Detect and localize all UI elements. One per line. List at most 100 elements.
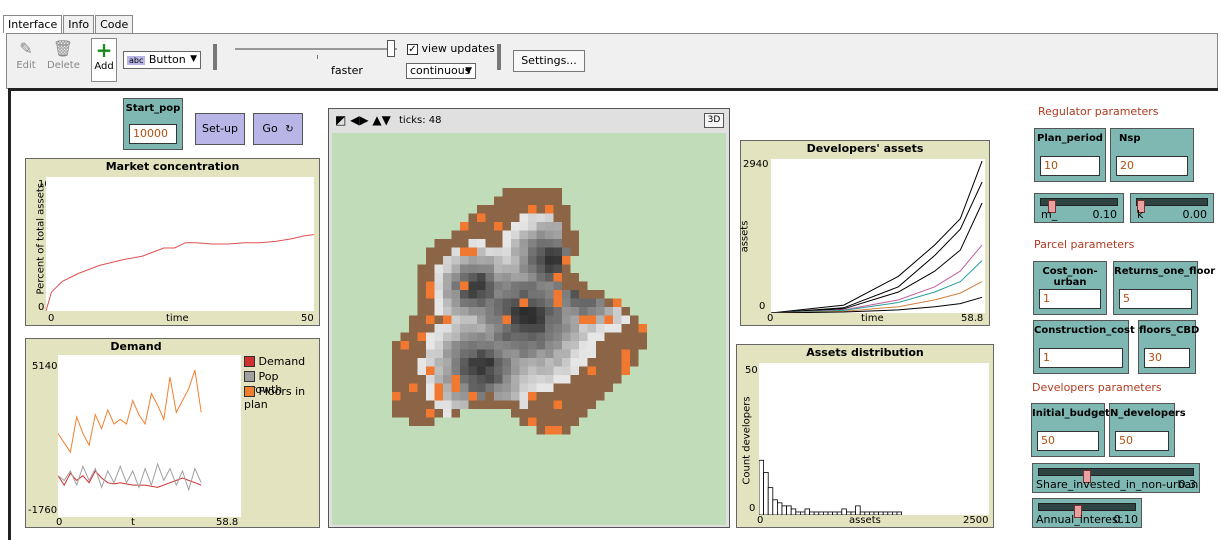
delete-button[interactable]: 🗑 Delete [47,38,80,82]
x-max-label: 58.8 [961,313,984,324]
patch [417,375,426,384]
plan-period-input[interactable]: Plan_period 10 [1034,128,1106,182]
patch [528,332,537,341]
patch [545,417,554,426]
world-canvas[interactable] [332,133,726,525]
patch [587,349,596,358]
edit-button[interactable]: ✎ Edit [13,38,39,82]
developers-section-label: Developers parameters [1032,381,1162,394]
construction-cost-input[interactable]: Construction_cost 1 [1033,320,1135,374]
speed-slider-knob[interactable] [387,40,395,57]
view-controls-icon[interactable]: ◩ ◀▶ ▲▼ [335,113,391,127]
assets-distribution-plot: Assets distribution 50 0 Count developer… [736,344,994,528]
patch [417,349,426,358]
y-axis-label: Percent of total assets [35,183,47,295]
3d-button[interactable]: 3D [704,113,724,128]
patch [460,315,469,324]
histogram-bar [832,511,838,515]
patch [485,205,494,214]
speed-slider-track[interactable] [235,48,397,50]
patch [613,341,622,350]
histogram-bar [887,511,893,515]
k-slider[interactable]: k 0.00 [1130,193,1214,223]
patch [477,315,486,324]
patch [460,332,469,341]
go-button[interactable]: Go ↻ [253,113,303,145]
patch [545,375,554,384]
patch [528,366,537,375]
patch [400,392,409,401]
patch [426,290,435,299]
patch [536,256,545,265]
x-min-label: 0 [48,313,55,324]
patch [528,247,537,256]
patch [417,264,426,273]
interest-slider-track[interactable] [1038,503,1136,518]
patch [494,256,503,265]
patch [417,383,426,392]
add-button[interactable]: + Add [91,38,117,82]
patch [536,188,545,197]
patch [417,358,426,367]
patch [443,281,452,290]
patch [477,324,486,333]
patch [502,247,511,256]
patch [451,298,460,307]
widget-type-select[interactable]: abc Button ▼ [123,51,201,69]
settings-button[interactable]: Settings... [513,50,585,72]
patch [553,375,562,384]
share-slider-track[interactable] [1038,468,1194,483]
patch [468,298,477,307]
setup-button[interactable]: Set-up [195,113,245,145]
patch [502,383,511,392]
patch [451,264,460,273]
histogram-bar [869,511,875,515]
histogram-bar [850,511,856,515]
patch [502,315,511,324]
patch [451,409,460,418]
tab-info[interactable]: Info [63,15,95,33]
nsp-input[interactable]: Nsp 20 [1110,128,1194,182]
patch [545,341,554,350]
returns-one-floor-input[interactable]: Returns_one_floor 5 [1113,261,1215,315]
m-slider-track[interactable] [1040,198,1118,213]
series-line-0 [58,470,202,488]
k-slider-track[interactable] [1136,198,1208,213]
patch [451,324,460,333]
patch [468,281,477,290]
patch [468,247,477,256]
patch [485,383,494,392]
annual-interest-slider[interactable]: Annual_interest 0.10 [1032,498,1142,528]
x-axis-label: assets [849,515,881,526]
histogram-bar [864,511,870,515]
patch [545,188,554,197]
patch [638,324,647,333]
patch [451,349,460,358]
patch [587,366,596,375]
view-updates-checkbox[interactable]: ✓ view updates [407,42,495,55]
patch [511,307,520,316]
patch [409,366,418,375]
patch [528,375,537,384]
patch [451,239,460,248]
patch [613,358,622,367]
patch [519,273,528,282]
patch [434,324,443,333]
patch [468,383,477,392]
tab-interface[interactable]: Interface [3,15,63,33]
start-pop-input[interactable]: Start_pop 10000 [123,98,183,150]
world-view[interactable]: ◩ ◀▶ ▲▼ ticks: 48 3D [328,108,730,528]
initial-budget-input[interactable]: Initial_budget 50 [1031,403,1110,457]
n-developers-input[interactable]: N_developers 50 [1109,403,1186,457]
m-slider[interactable]: m_ 0.10 [1034,193,1124,223]
patch [400,366,409,375]
floors-cbd-input[interactable]: floors_CBD 30 [1138,320,1199,374]
patch [587,341,596,350]
update-mode-select[interactable]: continuous ▼ [406,63,476,79]
histogram-bar [800,511,806,515]
patch [519,315,528,324]
patch [468,349,477,358]
tab-code[interactable]: Code [95,15,134,33]
cost-non-urban-input[interactable]: Cost_non-urban 1 [1033,261,1107,315]
share-invested-slider[interactable]: Share_invested_in_non-urban 0.3 [1032,463,1200,493]
